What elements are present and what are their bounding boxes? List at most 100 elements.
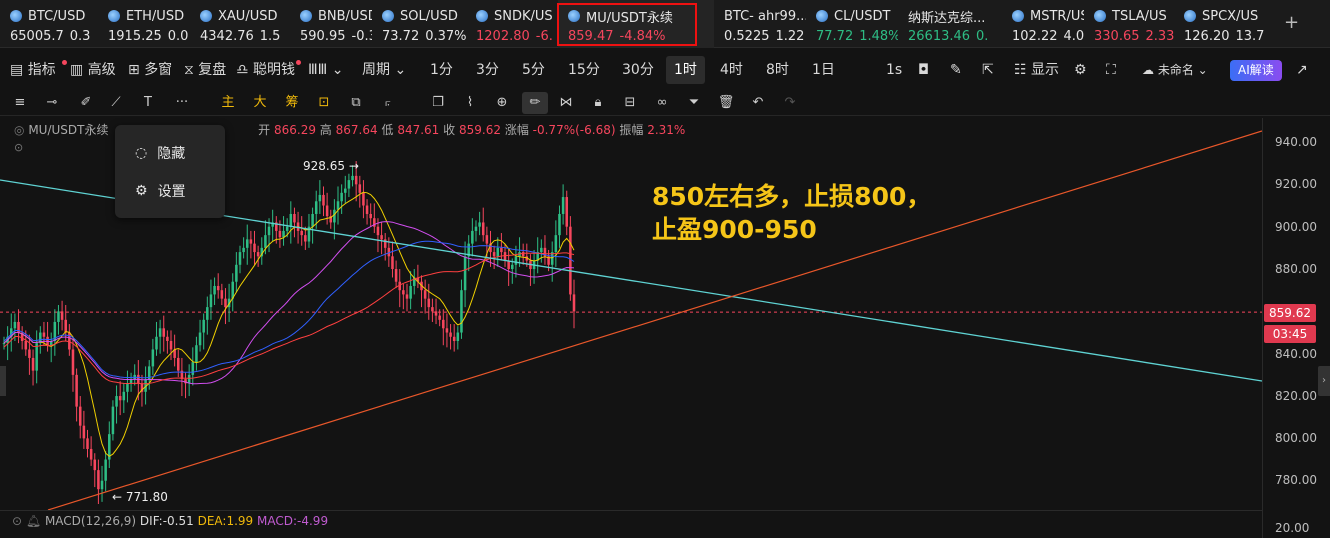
draw-pen-icon[interactable]: ✏	[522, 92, 548, 114]
trade-annotation[interactable]: 850左右多，止损800， 止盈900-950	[652, 180, 931, 246]
smart-money-button[interactable]: ♎ 聪明钱	[236, 56, 295, 84]
settings-icon[interactable]: ⚙	[1074, 56, 1087, 84]
eye-icon[interactable]: ◎	[14, 123, 24, 137]
filter-icon[interactable]: ⏷	[684, 92, 704, 114]
ruler-icon[interactable]: ⟔	[378, 92, 398, 114]
candle-body	[409, 285, 412, 299]
ticker-symbol: MU/USDT永续	[586, 10, 673, 26]
candle-body	[463, 256, 467, 291]
trash-icon[interactable]: 🗑︎	[716, 92, 736, 114]
more-icon[interactable]: ···	[170, 92, 194, 114]
ticker-price: 126.20	[1184, 29, 1230, 44]
candle-body	[35, 343, 38, 371]
hide-menu-item[interactable]: ◌ 隐藏	[135, 143, 185, 163]
ticker-change: 1.48%	[859, 29, 898, 44]
candle-body	[220, 290, 224, 299]
add-ticker-button[interactable]: +	[1284, 12, 1299, 33]
ticker-item[interactable]: XAU/USD 4342.76 1.5	[190, 0, 290, 48]
magnet-icon[interactable]: ⋈	[556, 92, 576, 114]
low-label: 低	[381, 123, 394, 137]
ruler2-icon[interactable]: ⌇	[460, 92, 480, 114]
timeframe-0[interactable]: 1分	[430, 56, 453, 84]
brush-icon[interactable]: ✐	[76, 92, 96, 114]
multi-window-button[interactable]: ⊞ 多窗	[128, 56, 172, 84]
advanced-button[interactable]: ▥ 高级	[70, 56, 116, 84]
collapse-icon[interactable]: ⊙	[14, 141, 23, 154]
zoom-in-icon[interactable]: ⊕	[492, 92, 512, 114]
timeframe-2[interactable]: 5分	[522, 56, 545, 84]
ticker-item[interactable]: 纳斯达克综... 26613.46 0.	[898, 0, 1002, 48]
ticker-change: 1.22	[775, 29, 805, 44]
ticker-item[interactable]: CL/USDT 77.72 1.48%	[806, 0, 898, 48]
trendline-icon[interactable]: ⟋	[106, 92, 126, 114]
settings-menu-item[interactable]: ⚙ 设置	[135, 181, 186, 201]
ticker-item[interactable]: MSTR/US 102.22 4.06	[1002, 0, 1084, 48]
interval-1s-button[interactable]: 1s	[886, 56, 902, 84]
main-tool[interactable]: 主	[218, 92, 238, 114]
macd-collapse-icon[interactable]: ⊙	[12, 514, 22, 528]
period-dropdown[interactable]: 周期 ⌄	[362, 56, 406, 84]
export-icon[interactable]: ⇱	[982, 56, 994, 84]
candle-body	[322, 194, 325, 206]
image-tool-icon[interactable]: ⊡	[314, 92, 334, 114]
ticker-item[interactable]: MU/USDT永续 859.47 -4.84%	[558, 0, 714, 48]
ticker-price-line: 330.65 2.33	[1094, 29, 1174, 47]
ticker-name: BTC/USD	[10, 7, 98, 25]
candle-body	[569, 226, 572, 295]
ai-interpret-button[interactable]: AI解读	[1230, 60, 1282, 81]
link-icon[interactable]: ∞	[652, 92, 672, 114]
timeframe-5[interactable]: 1时	[666, 56, 705, 84]
camera-icon[interactable]: ◘	[918, 56, 929, 84]
timeframe-7[interactable]: 8时	[766, 56, 789, 84]
text-icon[interactable]: T	[138, 92, 158, 114]
fullscreen-icon[interactable]: ⛶	[1106, 56, 1116, 84]
menu-icon[interactable]: ≡	[10, 92, 30, 114]
ticker-item[interactable]: ETH/USD 1915.25 0.0	[98, 0, 190, 48]
replay-label: 复盘	[198, 62, 227, 78]
ticker-change: -0.3	[351, 29, 373, 44]
undo-icon[interactable]: ↶	[748, 92, 768, 114]
ticker-item[interactable]: SPCX/US 126.20 13.7	[1174, 0, 1266, 48]
ticker-price: 1915.25	[108, 29, 162, 44]
pencil-icon[interactable]: ✎	[950, 56, 962, 84]
chart-type-button[interactable]: ⅢⅢ ⌄	[308, 56, 344, 84]
left-panel-toggle[interactable]	[0, 366, 6, 396]
bell-icon[interactable]: 🔔︎	[26, 514, 41, 528]
layout-dropdown[interactable]: ☁ 未命名 ⌄	[1142, 56, 1208, 84]
ticker-item[interactable]: BNB/USD 590.95 -0.3	[290, 0, 372, 48]
eye-off-icon: ◌	[135, 145, 148, 161]
ticker-item[interactable]: SOL/USD 73.72 0.37%	[372, 0, 466, 48]
ticker-item[interactable]: BTC/USD 65005.7 0.3	[0, 0, 98, 48]
replay-button[interactable]: ⧖ 复盘	[184, 56, 226, 84]
candle-body	[427, 298, 431, 308]
lock-icon[interactable]: 🔒︎	[588, 92, 608, 114]
candle-body	[434, 311, 438, 316]
timeframe-4[interactable]: 30分	[622, 56, 654, 84]
ticker-item[interactable]: SNDK/US 1202.80 -6.	[466, 0, 558, 48]
candle-body	[293, 213, 296, 223]
chip-tool[interactable]: 筹	[282, 92, 302, 114]
ticker-price-line: 1915.25 0.0	[108, 29, 190, 47]
candle-body	[391, 256, 394, 270]
ticker-item[interactable]: TSLA/US 330.65 2.33	[1084, 0, 1174, 48]
hline-icon[interactable]: ⊸	[42, 92, 62, 114]
redo-icon[interactable]: ↷	[780, 92, 800, 114]
coin-icon	[568, 10, 580, 22]
visibility-icon[interactable]: ⊟	[620, 92, 640, 114]
measure-icon[interactable]: ⧉	[346, 92, 366, 114]
display-button[interactable]: ☷ 显示	[1014, 56, 1059, 84]
share-icon[interactable]: ↗	[1296, 56, 1308, 84]
ticker-symbol: CL/USDT	[834, 8, 891, 24]
timeframe-1[interactable]: 3分	[476, 56, 499, 84]
timeframe-8[interactable]: 1日	[812, 56, 835, 84]
indicators-button[interactable]: ▤ 指标	[10, 56, 56, 84]
right-panel-toggle[interactable]: ›	[1318, 366, 1330, 396]
big-tool[interactable]: 大	[250, 92, 270, 114]
candle-body	[264, 235, 267, 248]
timeframe-6[interactable]: 4时	[720, 56, 743, 84]
timeframe-3[interactable]: 15分	[568, 56, 600, 84]
candle-body	[278, 230, 282, 238]
ticker-item[interactable]: BTC- ahr99... 0.5225 1.22	[714, 0, 806, 48]
copy-icon[interactable]: ❐	[428, 92, 448, 114]
candle-body	[151, 349, 155, 367]
